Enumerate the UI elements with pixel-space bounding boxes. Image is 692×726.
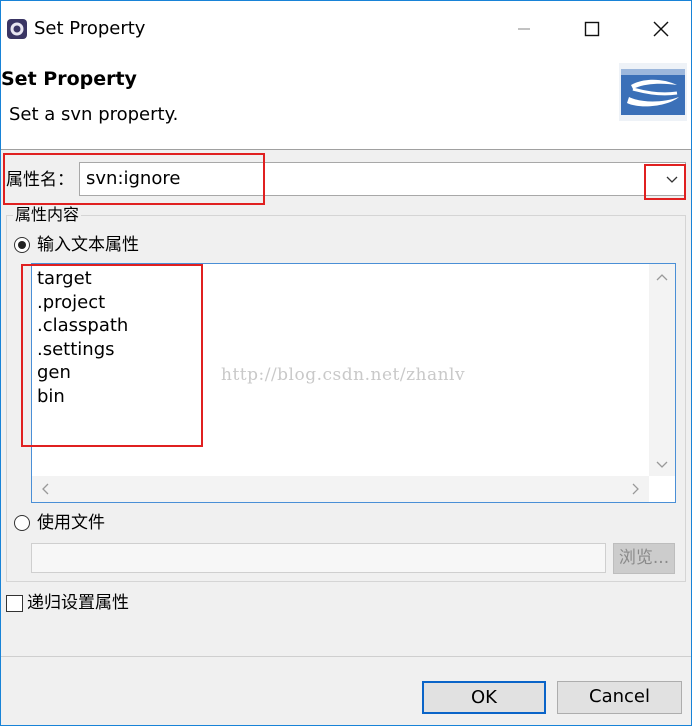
file-property-label: 使用文件	[37, 513, 105, 533]
horizontal-scrollbar[interactable]	[32, 476, 649, 502]
property-content-title: 属性内容	[13, 204, 82, 226]
scroll-down-icon[interactable]	[656, 458, 668, 470]
close-button[interactable]	[638, 11, 684, 47]
file-path-input[interactable]	[31, 543, 606, 573]
blog-watermark: http://blog.csdn.net/zhanlv	[221, 365, 466, 385]
recursive-label: 递归设置属性	[27, 593, 129, 613]
text-property-radio[interactable]	[14, 237, 30, 253]
scroll-right-icon[interactable]	[629, 483, 641, 495]
cancel-button[interactable]: Cancel	[557, 681, 682, 714]
vertical-scrollbar[interactable]	[649, 264, 675, 476]
browse-button[interactable]: 浏览...	[613, 543, 675, 574]
scroll-up-icon[interactable]	[656, 272, 668, 284]
window-title: Set Property	[34, 18, 146, 39]
annotation-box-text-lines	[21, 264, 203, 447]
maximize-button[interactable]	[569, 11, 615, 47]
eclipse-app-icon	[7, 19, 27, 39]
dialog-header: Set Property Set a svn property.	[1, 55, 691, 149]
annotation-box-property-name	[3, 153, 265, 205]
minimize-icon	[518, 28, 530, 30]
header-title: Set Property	[1, 68, 137, 90]
minimize-button[interactable]	[501, 11, 547, 47]
file-property-radio[interactable]	[14, 515, 30, 531]
set-property-dialog: Set Property Set Property Set a svn prop…	[0, 0, 692, 726]
scroll-left-icon[interactable]	[40, 483, 52, 495]
text-property-label: 输入文本属性	[37, 235, 139, 255]
title-bar[interactable]: Set Property	[1, 1, 691, 55]
header-description: Set a svn property.	[9, 104, 179, 125]
annotation-box-dropdown	[644, 164, 686, 200]
close-icon	[653, 21, 669, 37]
dialog-body: 属性名： svn:ignore 属性内容 输入文本属性 target .proj…	[1, 150, 691, 656]
svn-banner-icon	[619, 63, 687, 121]
dialog-footer: OK Cancel	[1, 657, 691, 725]
ok-button[interactable]: OK	[422, 681, 546, 714]
maximize-icon	[584, 21, 600, 37]
recursive-checkbox[interactable]	[6, 595, 23, 612]
